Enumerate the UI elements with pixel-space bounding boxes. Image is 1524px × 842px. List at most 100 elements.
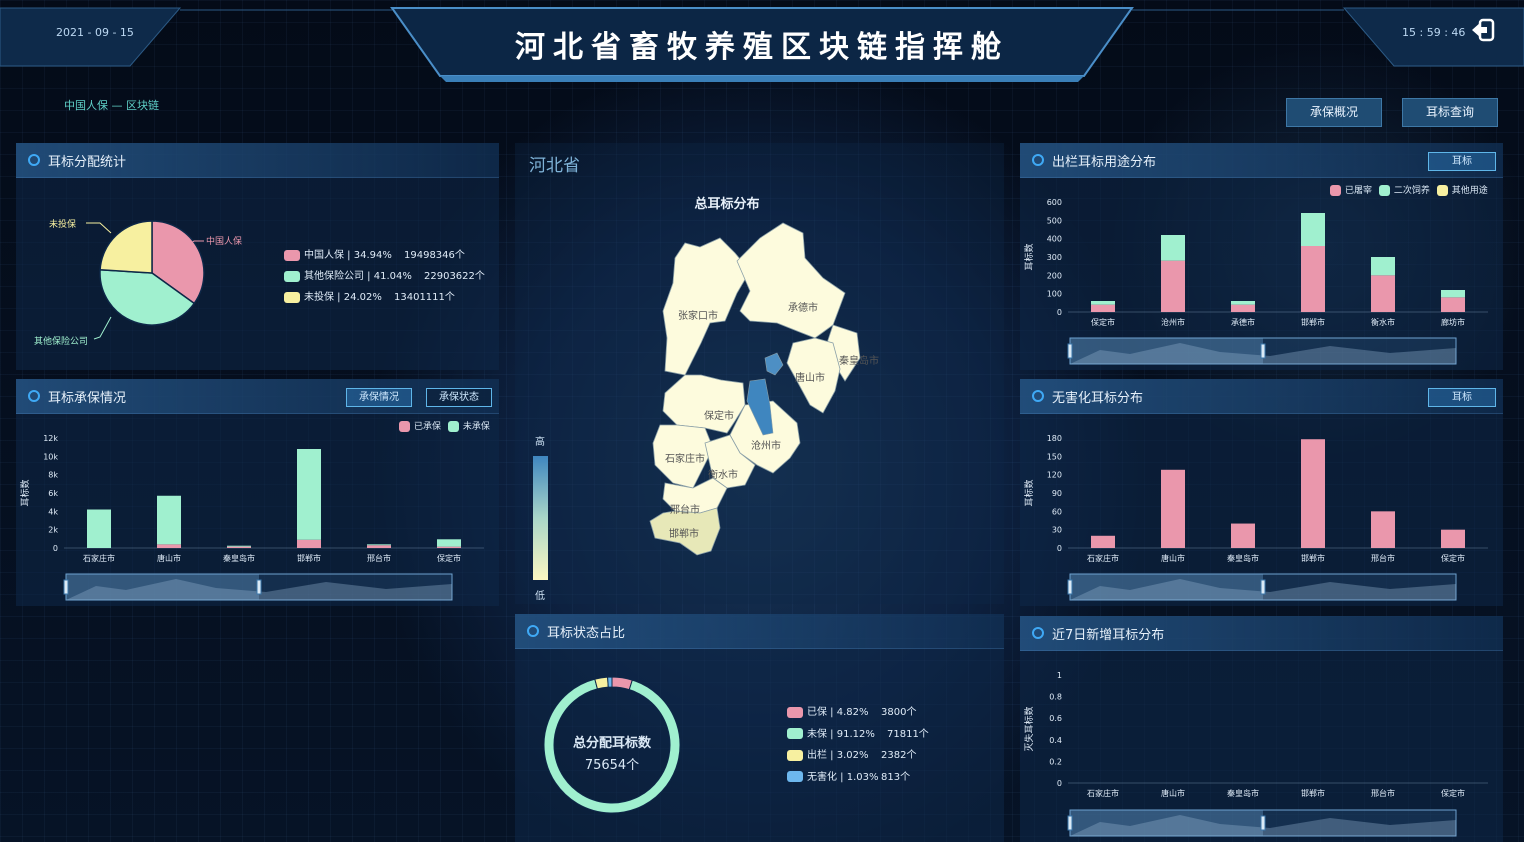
bar bbox=[227, 545, 251, 547]
hebei-map[interactable] bbox=[515, 143, 1004, 604]
scale-high: 高 bbox=[535, 437, 545, 448]
y-tick-label: 12k bbox=[43, 434, 58, 443]
y-tick-label: 0 bbox=[1057, 779, 1062, 788]
legend-item[interactable]: 出栏 | 3.02% 2382个 bbox=[787, 745, 929, 767]
pie-label-line bbox=[93, 316, 112, 340]
bar bbox=[1161, 235, 1185, 261]
zoom-handle bbox=[1260, 579, 1266, 595]
insurance-status-tab[interactable]: 承保情况 bbox=[346, 388, 412, 407]
y-axis-label: 耳标数 bbox=[1023, 243, 1035, 270]
panel-title: 耳标承保情况 bbox=[48, 391, 127, 406]
city-label: 衡水市 bbox=[708, 470, 738, 481]
legend-swatch bbox=[787, 706, 803, 718]
bar bbox=[1091, 535, 1115, 548]
usage-bar-chart: 0 100 200 300 400 500 600 耳标数保定市 沧州市 承德市 邯郸市 衡水市 廊坊市 bbox=[1023, 198, 1488, 365]
donut-center-value: 75654个 bbox=[584, 758, 640, 773]
legend-item[interactable]: 未保 | 91.12% 71811个 bbox=[787, 724, 929, 746]
eartag-allocation-panel: 耳标分配统计 未投保 中国人保 其他保险公司 中国人保 | 34.94% 1949… bbox=[16, 143, 499, 370]
eartag-filter-button[interactable]: 耳标 bbox=[1428, 152, 1496, 171]
legend-count: 13401111个 bbox=[394, 292, 455, 303]
donut-slice bbox=[607, 676, 613, 688]
bar bbox=[1371, 257, 1395, 276]
bar bbox=[1301, 246, 1325, 312]
bar bbox=[1091, 304, 1115, 312]
map-color-scale bbox=[533, 456, 548, 580]
recent-new-eartag-panel: 近7日新增耳标分布 0 0.2 0.4 0.6 0.8 1 灭失耳标数 石家庄市 唐山市 秦皇岛市… bbox=[1020, 616, 1503, 842]
logout-icon[interactable] bbox=[1470, 18, 1496, 42]
panel-title: 耳标状态占比 bbox=[547, 626, 626, 641]
y-axis-label: 耳标数 bbox=[1023, 479, 1035, 506]
legend-item[interactable]: 已保 | 4.82% 3800个 bbox=[787, 702, 929, 724]
legend-count: 813个 bbox=[881, 771, 911, 783]
zoom-handle bbox=[1067, 343, 1073, 359]
bar bbox=[1161, 260, 1185, 312]
y-tick-label: 0.6 bbox=[1049, 714, 1062, 723]
status-legend: 已保 | 4.82% 3800个 未保 | 91.12% 71811个 出栏 | 3… bbox=[787, 702, 929, 788]
donut-center-title: 总分配耳标数 bbox=[572, 736, 651, 751]
ring-icon bbox=[28, 154, 40, 166]
insurance-state-tab[interactable]: 承保状态 bbox=[426, 388, 492, 407]
bar bbox=[437, 539, 461, 547]
city-label: 张家口市 bbox=[678, 311, 718, 322]
y-axis-label: 耳标数 bbox=[19, 479, 31, 506]
x-tick-label: 保定市 bbox=[1441, 788, 1465, 798]
legend-name: 出栏 | 3.02% bbox=[807, 750, 869, 761]
x-tick-label: 承德市 bbox=[1231, 317, 1255, 327]
zoom-handle bbox=[63, 579, 69, 595]
bar bbox=[437, 546, 461, 548]
zoom-handle bbox=[256, 579, 262, 595]
legend-item[interactable]: 无害化 | 1.03% 813个 bbox=[787, 767, 929, 789]
y-tick-label: 0.4 bbox=[1049, 736, 1062, 745]
bar bbox=[297, 539, 321, 548]
legend-count: 19498346个 bbox=[404, 250, 465, 261]
x-tick-label: 邢台市 bbox=[1371, 788, 1395, 798]
city-label: 秦皇岛市 bbox=[839, 356, 879, 367]
x-tick-label: 保定市 bbox=[1441, 553, 1465, 563]
bar bbox=[1231, 301, 1255, 305]
legend-item[interactable]: 其他保险公司 | 41.04% 22903622个 bbox=[284, 266, 485, 287]
legend-item[interactable]: 未投保 | 24.02% 13401111个 bbox=[284, 287, 485, 308]
x-tick-label: 石家庄市 bbox=[1087, 788, 1119, 798]
legend-swatch bbox=[787, 771, 803, 782]
legend-swatch bbox=[284, 270, 300, 282]
pie-label-uninsured: 未投保 bbox=[49, 220, 77, 230]
x-tick-label: 邯郸市 bbox=[1301, 553, 1325, 563]
harmless-disposal-panel: 无害化耳标分布 耳标 0 30 60 90 120 150 180 耳标数 石家庄市 唐山市 秦皇岛… bbox=[1020, 379, 1503, 606]
bar bbox=[1301, 439, 1325, 548]
bar bbox=[367, 545, 391, 548]
y-tick-label: 0 bbox=[1057, 544, 1062, 553]
outgoing-usage-panel: 出栏耳标用途分布 耳标 已屠宰 二次饲养 其他用途 0 100 200 300 400 5… bbox=[1020, 143, 1503, 370]
eartag-filter-button[interactable]: 耳标 bbox=[1428, 388, 1496, 407]
y-tick-label: 60 bbox=[1052, 507, 1062, 516]
donut-slice bbox=[611, 676, 633, 691]
eartag-query-button[interactable]: 耳标查询 bbox=[1402, 98, 1498, 127]
y-axis-label: 灭失耳标数 bbox=[1023, 706, 1035, 751]
legend-count: 2382个 bbox=[881, 750, 917, 761]
bar bbox=[1371, 275, 1395, 312]
legend-name: 其他保险公司 | 41.04% bbox=[304, 271, 412, 282]
y-tick-label: 0.2 bbox=[1049, 757, 1062, 766]
zoom-handle bbox=[1260, 343, 1266, 359]
legend-item[interactable]: 中国人保 | 34.94% 19498346个 bbox=[284, 245, 485, 266]
legend-name: 无害化 | 1.03% bbox=[807, 771, 879, 783]
panel-header: 耳标状态占比 bbox=[515, 614, 1004, 649]
panel-title: 出栏耳标用途分布 bbox=[1052, 155, 1157, 170]
legend-count: 71811个 bbox=[887, 728, 929, 740]
eartag-status-panel: 耳标状态占比 总分配耳标数 75654个 已保 | 4.82% 3800个 未保 … bbox=[515, 614, 1004, 842]
y-tick-label: 150 bbox=[1047, 452, 1062, 461]
pie-slice bbox=[99, 220, 153, 274]
allocation-legend: 中国人保 | 34.94% 19498346个 其他保险公司 | 41.04% 22… bbox=[284, 245, 485, 308]
x-tick-label: 邯郸市 bbox=[1301, 788, 1325, 798]
panel-header: 近7日新增耳标分布 bbox=[1020, 616, 1503, 651]
y-tick-label: 6k bbox=[48, 489, 58, 498]
x-tick-label: 秦皇岛市 bbox=[1227, 553, 1259, 563]
legend-swatch bbox=[284, 291, 300, 303]
underwriting-overview-button[interactable]: 承保概况 bbox=[1286, 98, 1382, 127]
x-tick-label: 邯郸市 bbox=[1301, 317, 1325, 327]
city-label: 承德市 bbox=[788, 303, 818, 314]
ring-icon bbox=[28, 390, 40, 402]
breadcrumb[interactable]: 中国人保 — 区块链 bbox=[64, 97, 159, 113]
city-label: 石家庄市 bbox=[665, 454, 705, 465]
x-tick-label: 衡水市 bbox=[1371, 317, 1395, 327]
ring-icon bbox=[1032, 154, 1044, 166]
